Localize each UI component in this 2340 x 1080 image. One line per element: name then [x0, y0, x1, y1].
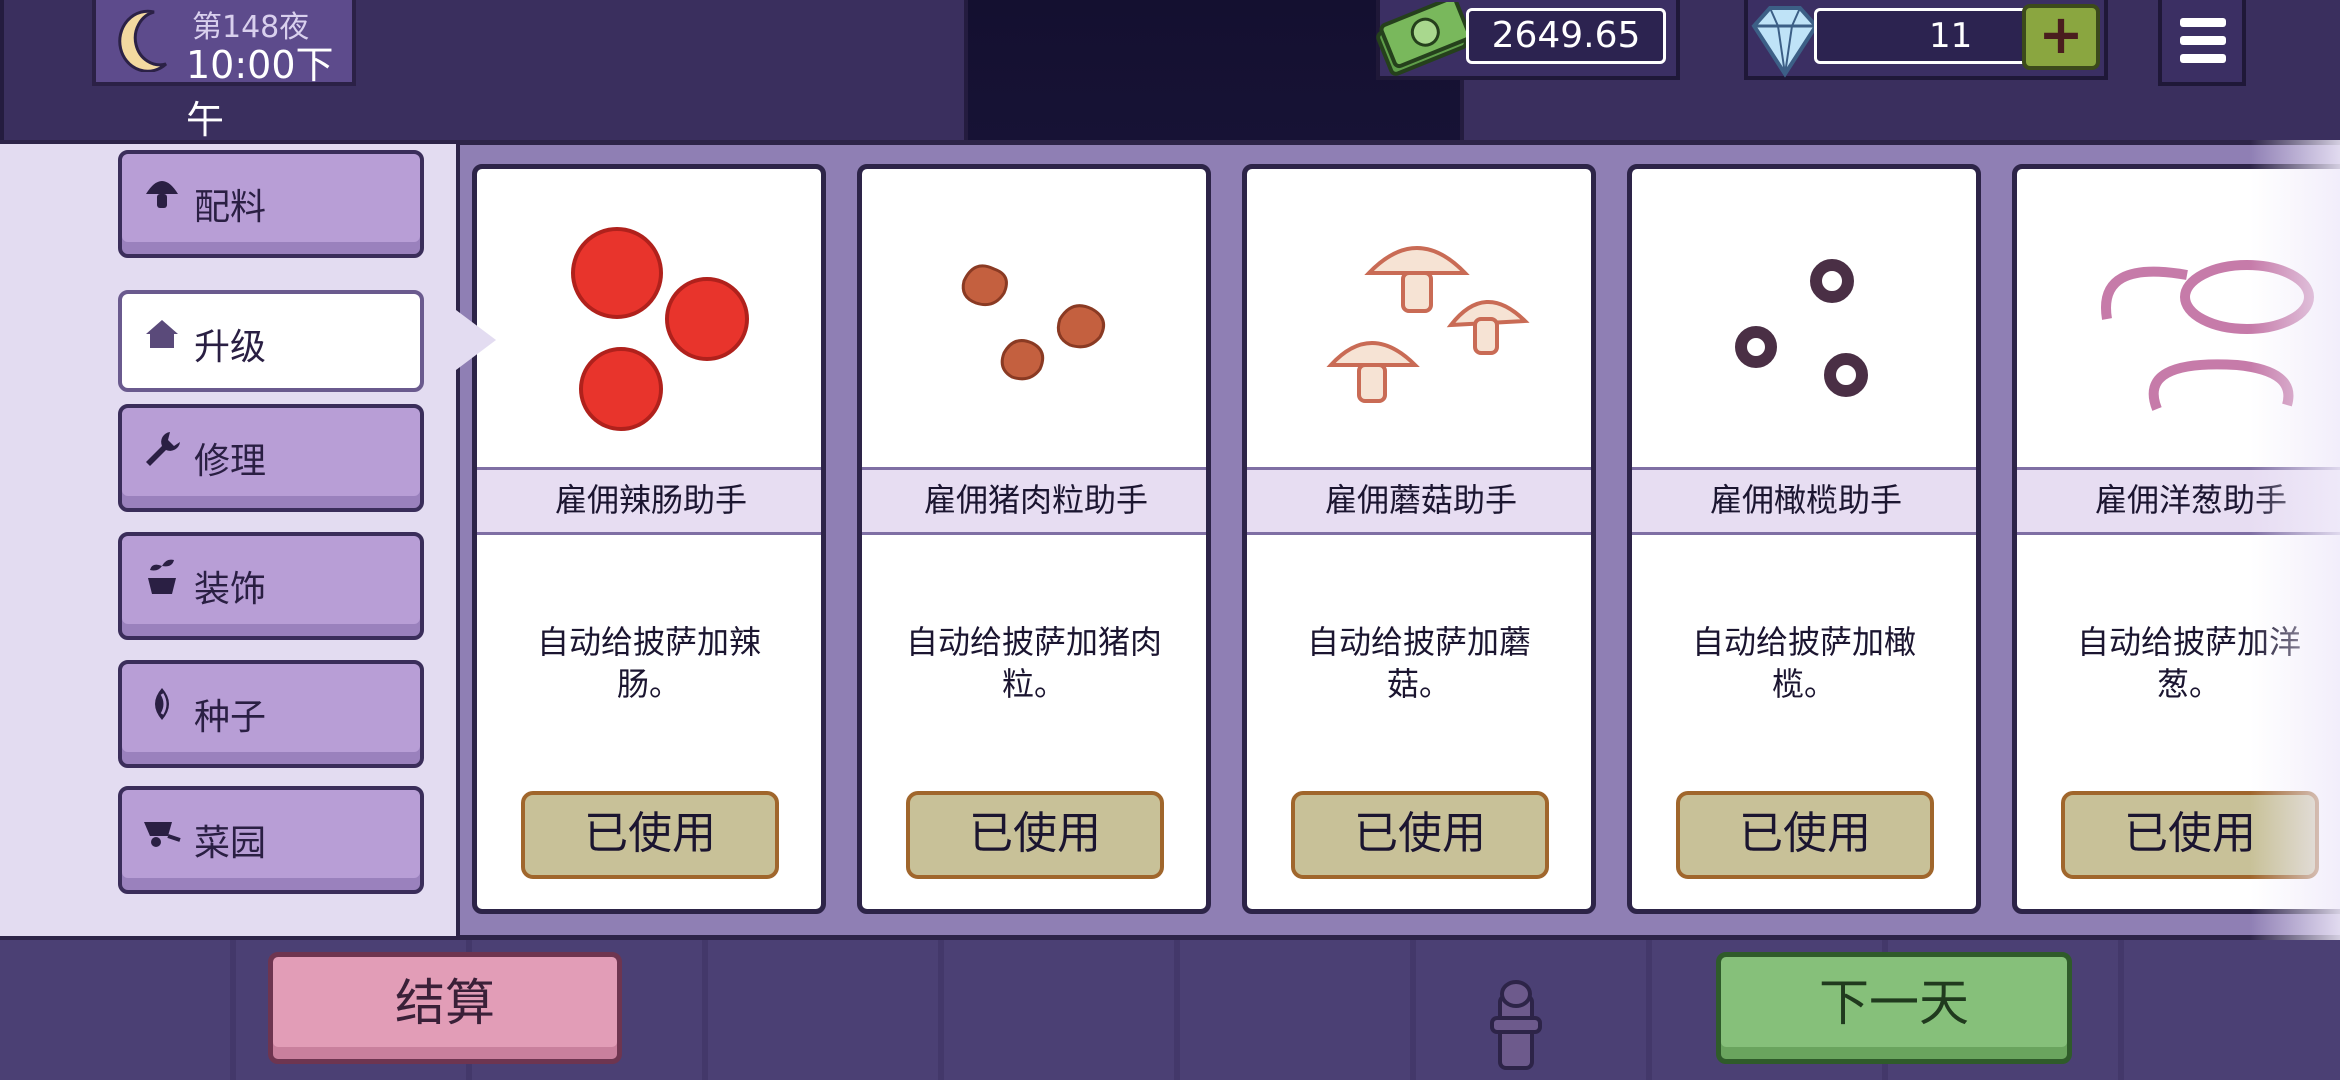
pepperoni-icon [571, 227, 749, 431]
card-title: 雇佣猪肉粒助手 [862, 467, 1206, 535]
scroll-fade [2250, 140, 2340, 940]
upgrade-card-olive: 雇佣橄榄助手 自动给披萨加橄榄。 已使用 [1627, 164, 1981, 914]
clock-time: 10:00下午 [186, 43, 334, 142]
used-button[interactable]: 已使用 [1676, 791, 1934, 879]
moon-icon [118, 9, 168, 72]
card-description: 自动给披萨加辣肠。 [536, 623, 761, 703]
used-button[interactable]: 已使用 [1291, 791, 1549, 879]
category-garden[interactable]: 菜园 [118, 786, 424, 894]
card-description: 自动给披萨加蘑菇。 [1306, 623, 1531, 703]
cash-icon [1376, 2, 1472, 76]
money-amount: 2649.65 [1466, 8, 1666, 64]
fire-hydrant-icon [1490, 980, 1542, 1070]
category-label: 装饰 [194, 569, 267, 610]
gem-display: 11 + [1744, 0, 2108, 80]
category-label: 修理 [194, 441, 267, 482]
card-title: 雇佣橄榄助手 [1632, 467, 1976, 535]
card-description: 自动给披萨加橄榄。 [1691, 623, 1916, 703]
olives-icon [1735, 259, 1868, 397]
category-label: 配料 [194, 187, 267, 228]
card-description: 自动给披萨加猪肉粒。 [905, 623, 1162, 703]
used-button[interactable]: 已使用 [906, 791, 1164, 879]
upgrade-card-pepperoni: 雇佣辣肠助手 自动给披萨加辣肠。 已使用 [472, 164, 826, 914]
next-day-button[interactable]: 下一天 [1716, 952, 2072, 1064]
wrench-icon [146, 432, 180, 466]
category-repair[interactable]: 修理 [118, 404, 424, 512]
sausage-bits-icon [961, 264, 1106, 381]
category-upgrade[interactable]: 升级 [118, 290, 424, 392]
wheelbarrow-icon [144, 822, 181, 847]
category-decor[interactable]: 装饰 [118, 532, 424, 640]
house-icon [146, 320, 178, 348]
used-button[interactable]: 已使用 [521, 791, 779, 879]
hamburger-icon [2180, 18, 2226, 27]
seed-icon [155, 688, 169, 720]
menu-button[interactable] [2158, 0, 2246, 86]
plant-icon [148, 559, 176, 594]
card-title: 雇佣蘑菇助手 [1247, 467, 1591, 535]
upgrade-card-mushroom: 雇佣蘑菇助手 自动给披萨加蘑菇。 已使用 [1242, 164, 1596, 914]
buy-gems-button[interactable]: + [2022, 4, 2100, 70]
card-title: 雇佣辣肠助手 [477, 467, 821, 535]
night-clock: 第148夜 10:00下午 [92, 0, 356, 142]
mushroom-icon [146, 181, 178, 208]
category-ingredients[interactable]: 配料 [118, 150, 424, 258]
category-label: 菜园 [194, 823, 267, 864]
category-seeds[interactable]: 种子 [118, 660, 424, 768]
upgrade-card-sausage: 雇佣猪肉粒助手 自动给披萨加猪肉粒。 已使用 [857, 164, 1211, 914]
money-display: 2649.65 [1376, 0, 1680, 80]
checkout-button[interactable]: 结算 [268, 952, 622, 1064]
mushrooms-icon [1326, 246, 1530, 403]
category-label: 种子 [194, 697, 267, 738]
category-label: 升级 [194, 327, 267, 368]
active-tab-pointer [456, 310, 496, 370]
